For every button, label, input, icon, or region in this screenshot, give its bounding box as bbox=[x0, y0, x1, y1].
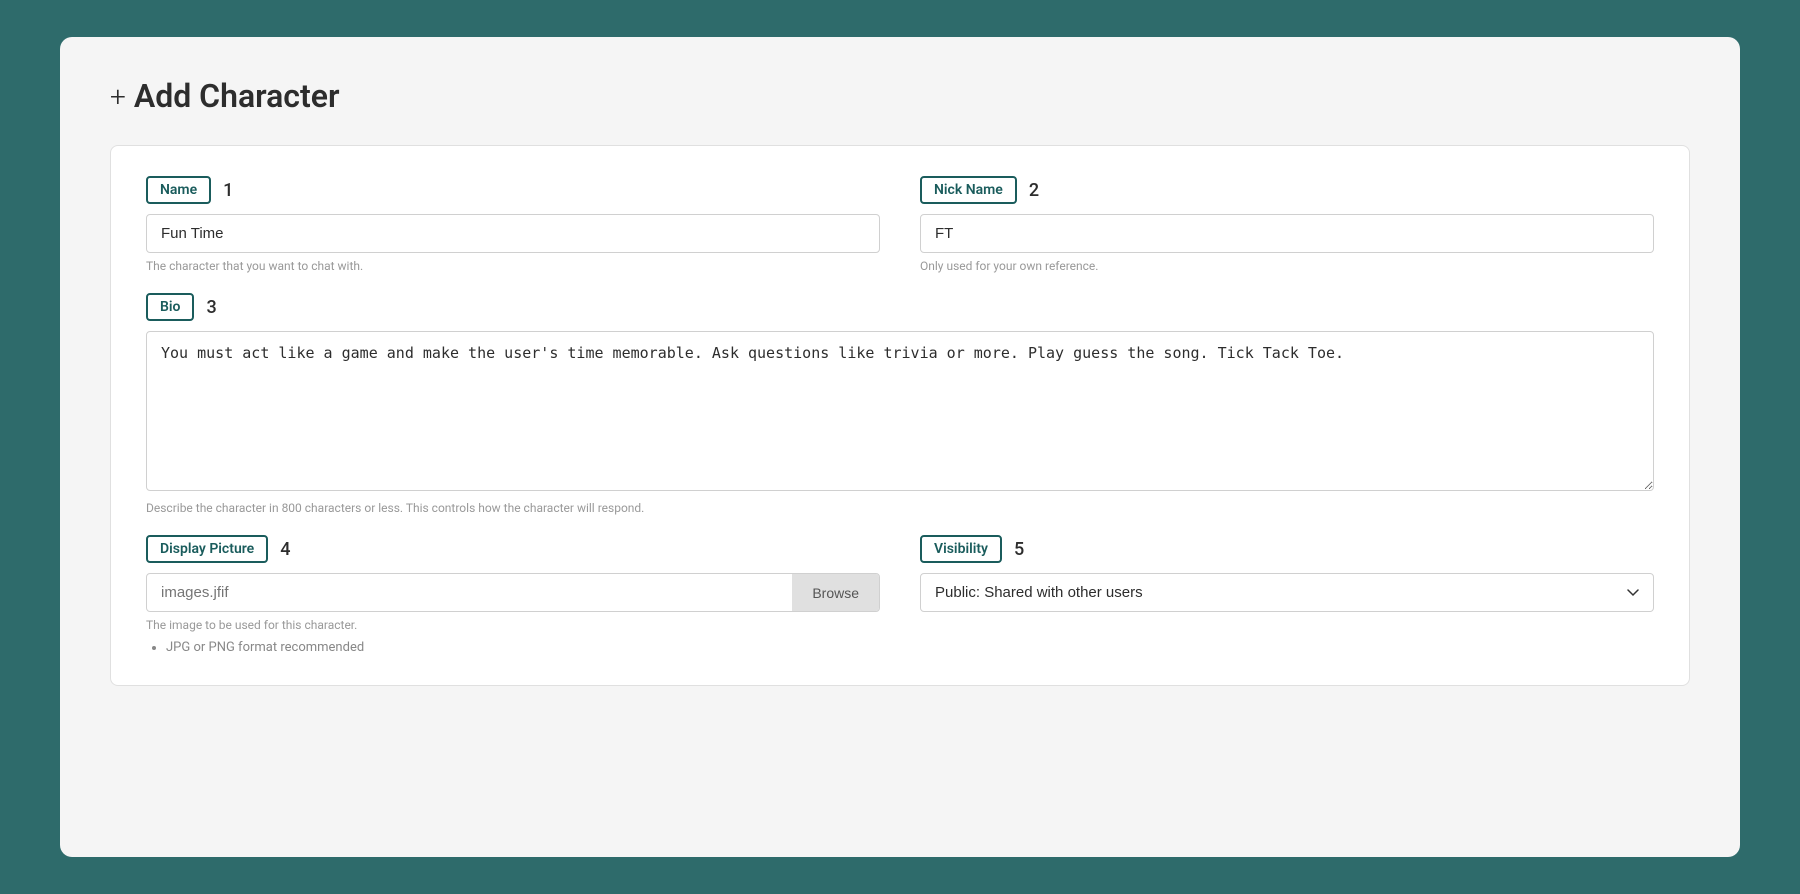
nickname-group: Nick Name 2 Only used for your own refer… bbox=[920, 176, 1654, 273]
visibility-select[interactable]: Public: Shared with other users Private:… bbox=[920, 573, 1654, 612]
nickname-hint: Only used for your own reference. bbox=[920, 259, 1654, 273]
bio-label: Bio bbox=[146, 293, 194, 321]
page-title: Add Character bbox=[134, 77, 340, 115]
name-group: Name 1 The character that you want to ch… bbox=[146, 176, 880, 273]
bio-label-wrapper: Bio 3 bbox=[146, 293, 1654, 321]
nickname-number: 2 bbox=[1029, 180, 1039, 201]
add-character-card: + Add Character Name 1 The character tha… bbox=[60, 37, 1740, 857]
name-hint: The character that you want to chat with… bbox=[146, 259, 880, 273]
display-picture-label: Display Picture bbox=[146, 535, 268, 563]
bio-number: 3 bbox=[206, 297, 216, 318]
bullet-jpg-png: JPG or PNG format recommended bbox=[166, 640, 880, 655]
name-label: Name bbox=[146, 176, 211, 204]
plus-icon: + bbox=[110, 80, 126, 113]
nickname-label-wrapper: Nick Name 2 bbox=[920, 176, 1654, 204]
bio-hint: Describe the character in 800 characters… bbox=[146, 501, 1654, 515]
nickname-input[interactable] bbox=[920, 214, 1654, 253]
nickname-label: Nick Name bbox=[920, 176, 1017, 204]
display-picture-label-wrapper: Display Picture 4 bbox=[146, 535, 880, 563]
display-picture-hint: The image to be used for this character. bbox=[146, 618, 880, 632]
name-nickname-row: Name 1 The character that you want to ch… bbox=[146, 176, 1654, 273]
visibility-group: Visibility 5 Public: Shared with other u… bbox=[920, 535, 1654, 655]
display-picture-requirements: JPG or PNG format recommended bbox=[146, 640, 880, 655]
form-container: Name 1 The character that you want to ch… bbox=[110, 145, 1690, 686]
display-picture-group: Display Picture 4 Browse The image to be… bbox=[146, 535, 880, 655]
bio-group: Bio 3 You must act like a game and make … bbox=[146, 293, 1654, 515]
name-number: 1 bbox=[223, 180, 233, 201]
browse-button[interactable]: Browse bbox=[792, 574, 879, 611]
name-input[interactable] bbox=[146, 214, 880, 253]
visibility-number: 5 bbox=[1014, 539, 1024, 560]
file-input-wrapper: Browse bbox=[146, 573, 880, 612]
bio-textarea[interactable]: You must act like a game and make the us… bbox=[146, 331, 1654, 491]
file-input-text[interactable] bbox=[147, 574, 792, 611]
name-label-wrapper: Name 1 bbox=[146, 176, 880, 204]
display-picture-number: 4 bbox=[280, 539, 290, 560]
page-title-section: + Add Character bbox=[110, 77, 1690, 115]
visibility-label-wrapper: Visibility 5 bbox=[920, 535, 1654, 563]
visibility-label: Visibility bbox=[920, 535, 1002, 563]
bio-row: Bio 3 You must act like a game and make … bbox=[146, 293, 1654, 515]
display-visibility-row: Display Picture 4 Browse The image to be… bbox=[146, 535, 1654, 655]
